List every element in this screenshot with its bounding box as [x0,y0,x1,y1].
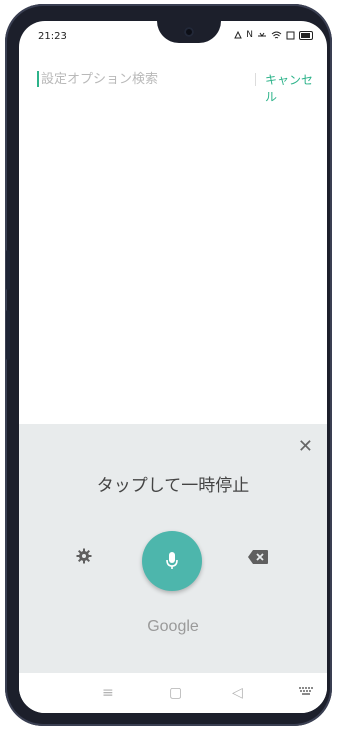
phone-frame: 21:23 N キャンセル ✕ タップして一時停止 [5,4,332,726]
mic-button[interactable] [142,531,202,591]
alarm-icon [234,30,243,38]
menu-icon[interactable]: ≡ [102,685,114,701]
divider [255,73,256,86]
google-logo: Google [147,618,199,635]
voice-prompt[interactable]: タップして一時停止 [19,471,327,496]
battery-icon [299,30,313,40]
search-bar: キャンセル [37,69,317,104]
screenshot-icon [286,31,295,39]
close-icon[interactable]: ✕ [298,436,313,457]
power-button [6,310,10,360]
status-icons: N [234,30,313,40]
volume-button [6,250,10,290]
screen: 21:23 N キャンセル ✕ タップして一時停止 [19,21,327,713]
voice-input-panel: ✕ タップして一時停止 Google ≡ ▢ ◁ [19,424,327,713]
voice-controls [19,531,327,591]
backspace-icon[interactable] [247,549,269,565]
search-input[interactable] [41,69,241,89]
camera-icon [184,27,194,37]
wifi-icon [271,31,282,38]
mic-icon [166,552,178,569]
status-time: 21:23 [38,31,67,42]
notch [157,21,221,43]
gear-icon[interactable] [76,548,92,564]
data-icon [258,32,266,37]
cancel-button[interactable]: キャンセル [265,71,317,105]
back-icon[interactable]: ◁ [232,685,243,701]
home-icon[interactable]: ▢ [169,685,182,701]
text-cursor [37,71,39,87]
keyboard-icon[interactable] [299,687,313,696]
navigation-bar: ≡ ▢ ◁ [19,673,327,713]
nfc-icon: N [246,30,253,40]
